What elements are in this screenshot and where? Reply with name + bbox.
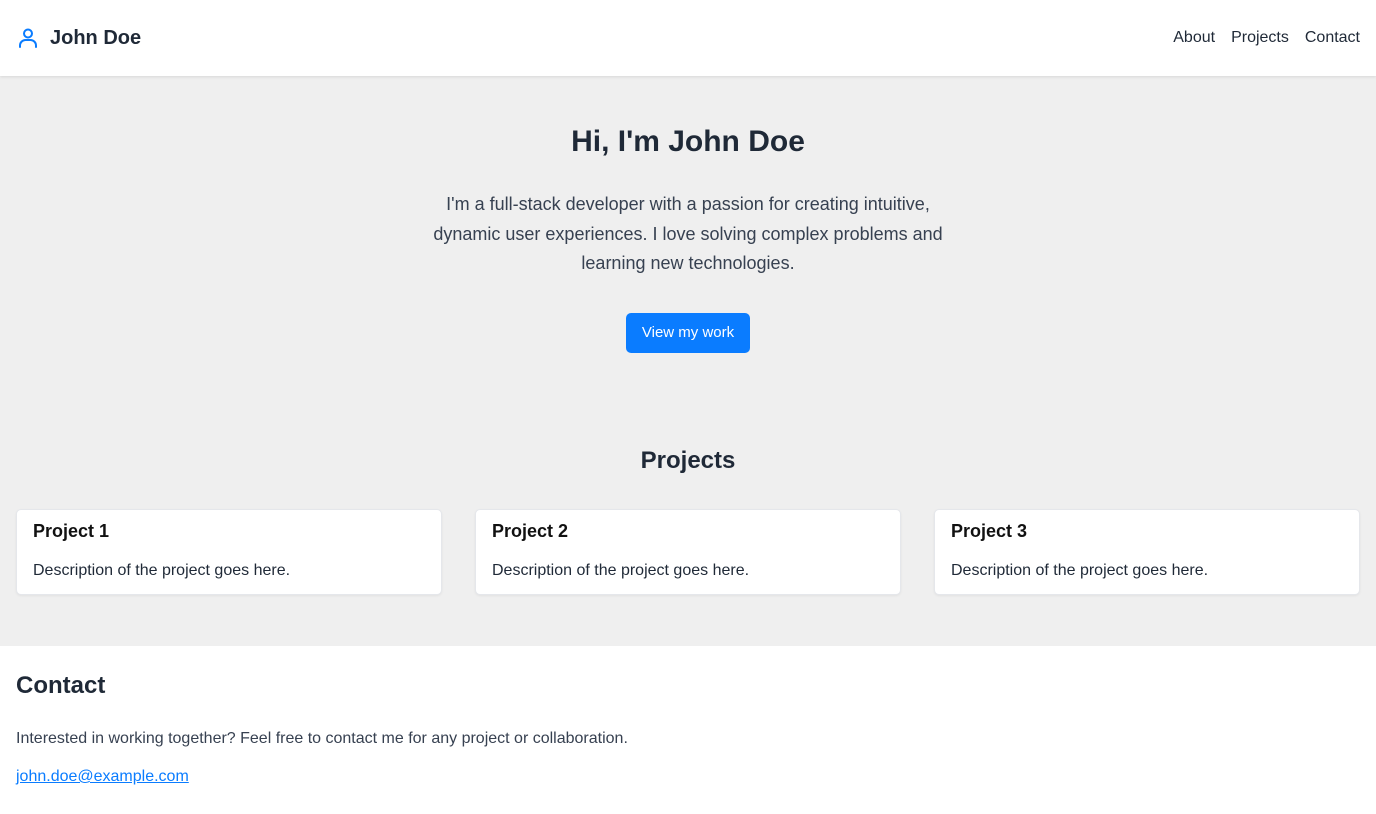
nav-link-projects[interactable]: Projects (1231, 29, 1289, 47)
contact-section: Contact Interested in working together? … (0, 646, 1376, 786)
project-description: Description of the project goes here. (951, 561, 1209, 579)
view-my-work-button[interactable]: View my work (625, 312, 751, 353)
contact-heading: Contact (16, 672, 106, 699)
project-title: Project 2 (492, 520, 569, 541)
email-link[interactable]: john.doe@example.com (16, 768, 189, 786)
project-title: Project 1 (33, 520, 110, 541)
project-title: Project 3 (951, 520, 1028, 541)
projects-heading: Projects (640, 446, 736, 474)
main-band: Hi, I'm John Doe I'm a full-stack develo… (0, 76, 1376, 646)
main-nav: About Projects Contact (1173, 29, 1360, 47)
project-card[interactable]: Project 2 Description of the project goe… (475, 508, 901, 595)
site-header: John Doe About Projects Contact (0, 0, 1376, 76)
project-card[interactable]: Project 3 Description of the project goe… (934, 508, 1360, 595)
brand[interactable]: John Doe (16, 26, 141, 50)
hero-section: Hi, I'm John Doe I'm a full-stack develo… (0, 76, 1376, 353)
project-description: Description of the project goes here. (492, 561, 750, 579)
user-icon (16, 26, 40, 50)
projects-section: Projects Project 1 Description of the pr… (0, 353, 1376, 595)
hero-description: I'm a full-stack developer with a passio… (433, 194, 943, 273)
project-cards: Project 1 Description of the project goe… (0, 508, 1376, 595)
brand-name: John Doe (50, 26, 142, 49)
nav-link-contact[interactable]: Contact (1305, 29, 1360, 47)
project-card[interactable]: Project 1 Description of the project goe… (16, 508, 442, 595)
contact-text: Interested in working together? Feel fre… (16, 730, 628, 747)
nav-link-about[interactable]: About (1173, 29, 1215, 47)
project-description: Description of the project goes here. (33, 561, 291, 579)
hero-title: Hi, I'm John Doe (571, 125, 805, 158)
